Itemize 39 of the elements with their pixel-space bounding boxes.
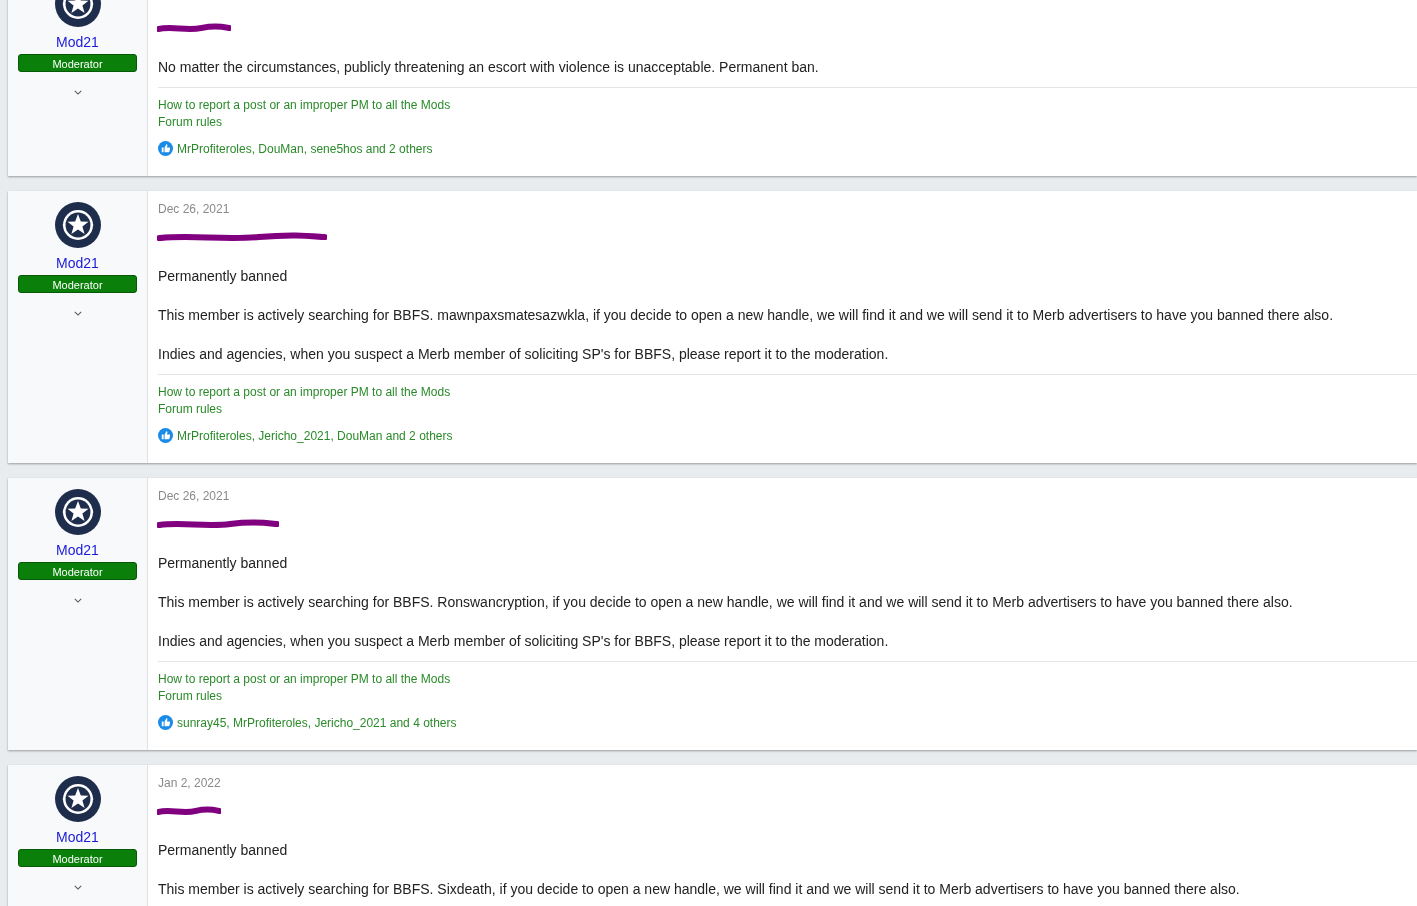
- reactions-link[interactable]: sunray45, MrProfiteroles, Jericho_2021 and 4 others: [177, 715, 457, 730]
- chevron-down-icon[interactable]: [73, 311, 82, 316]
- reactions-link[interactable]: MrProfiteroles, DouMan, sene5hos and 2 others: [177, 141, 433, 156]
- thumbs-up-icon: [158, 428, 173, 443]
- username-link[interactable]: Mod21: [56, 255, 99, 271]
- role-badge: Moderator: [18, 275, 137, 293]
- username-link[interactable]: Mod21: [56, 34, 99, 50]
- post-paragraph: Indies and agencies, when you suspect a Merb member of soliciting SP's for BBFS, please report it to the moderation.: [158, 632, 890, 651]
- star-badge-icon: [53, 775, 102, 823]
- post-paragraph: No matter the circumstances, publicly threatening an escort with violence is unacceptable. Permanent ban.: [158, 58, 820, 77]
- star-badge-icon: [53, 488, 102, 536]
- signature-link[interactable]: How to report a post or an improper PM to all the Mods: [158, 97, 451, 114]
- chevron-down-icon[interactable]: [73, 598, 82, 603]
- signature-link[interactable]: How to report a post or an improper PM to all the Mods: [158, 671, 451, 688]
- thumbs-up-icon: [158, 715, 173, 730]
- post-paragraph: Permanently banned: [158, 267, 289, 286]
- signature-link[interactable]: Forum rules: [158, 688, 222, 705]
- star-badge-icon: [53, 201, 102, 249]
- signature-link[interactable]: Forum rules: [158, 401, 222, 418]
- role-badge: Moderator: [18, 562, 137, 580]
- chevron-down-icon[interactable]: [73, 90, 82, 95]
- post-paragraph: Permanently banned: [158, 554, 289, 573]
- post-paragraph: Permanently banned: [158, 841, 289, 860]
- thumbs-up-icon: [158, 141, 173, 156]
- username-link[interactable]: Mod21: [56, 829, 99, 845]
- post-date: Dec 26, 2021: [158, 489, 231, 503]
- post-paragraph: This member is actively searching for BBFS. mawnpaxsmatesazwkla, if you decide to open a new handle, we will find it and we will send it to Merb advertisers to have you banned there also.: [158, 306, 1335, 325]
- role-badge: Moderator: [18, 849, 137, 867]
- signature-link[interactable]: How to report a post or an improper PM to all the Mods: [158, 384, 451, 401]
- post-date: Dec 26, 2021: [158, 202, 231, 216]
- chevron-down-icon[interactable]: [73, 885, 82, 890]
- post-paragraph: This member is actively searching for BBFS. Ronswancryption, if you decide to open a new handle, we will find it and we will send it to Merb advertisers to have you banned there also.: [158, 593, 1294, 612]
- signature-link[interactable]: Forum rules: [158, 114, 222, 131]
- post-paragraph: Indies and agencies, when you suspect a Merb member of soliciting SP's for BBFS, please report it to the moderation.: [158, 345, 890, 364]
- post-paragraph: This member is actively searching for BBFS. Sixdeath, if you decide to open a new handle, we will find it and we will send it to Merb advertisers to have you banned there also.: [158, 880, 1241, 899]
- role-badge: Moderator: [18, 54, 137, 72]
- username-link[interactable]: Mod21: [56, 542, 99, 558]
- post-date: Jan 2, 2022: [158, 776, 222, 790]
- reactions-link[interactable]: MrProfiteroles, Jericho_2021, DouMan and 2 others: [177, 428, 453, 443]
